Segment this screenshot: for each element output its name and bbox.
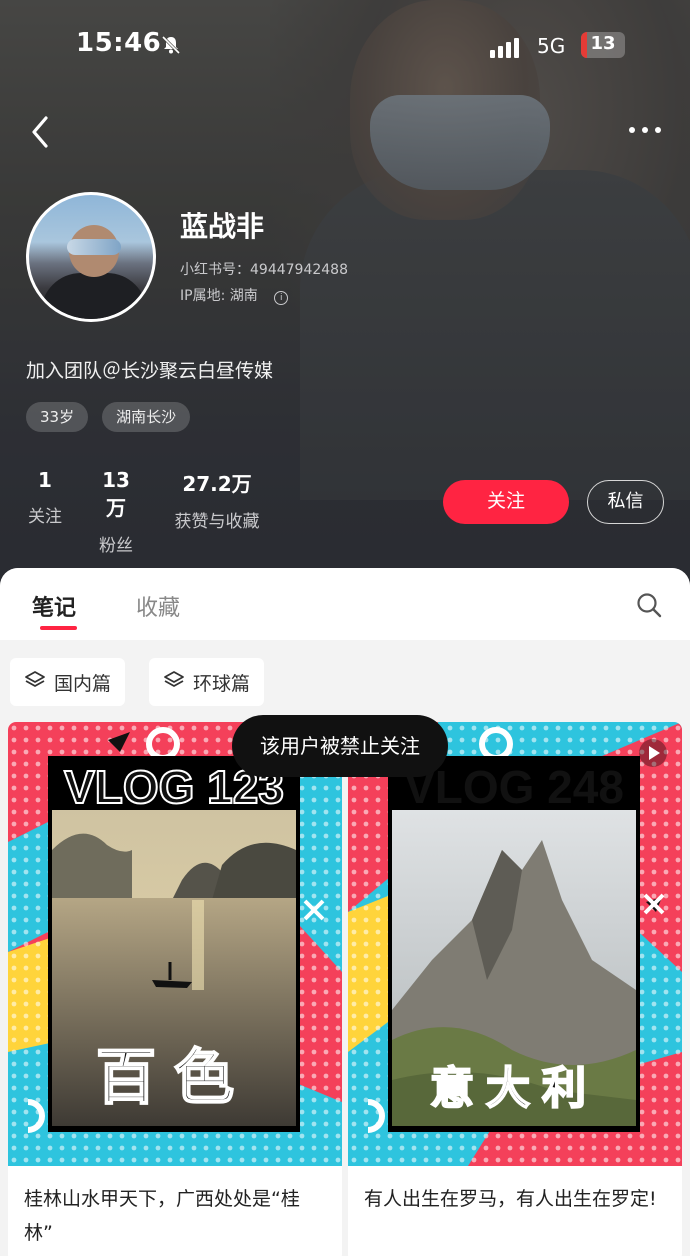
stat-likes-count: 27.2万 (182, 472, 252, 496)
follow-button[interactable]: 关注 (443, 480, 569, 524)
note-card[interactable]: VLOG 123 百色 桂林山水甲天下，广西处处是“桂林” (8, 722, 342, 1256)
tag-location: 湖南长沙 (102, 402, 191, 432)
album-domestic-label: 国内篇 (54, 672, 112, 695)
note-title[interactable]: 有人出生在罗马，有人出生在罗定! (364, 1182, 666, 1216)
toast-message: 该用户被禁止关注 (232, 715, 448, 777)
message-button[interactable]: 私信 (587, 480, 664, 524)
stat-fans-label: 粉丝 (99, 536, 133, 556)
album-row: 国内篇 环球篇 (0, 640, 690, 720)
note-title[interactable]: 桂林山水甲天下，广西处处是“桂林” (24, 1182, 326, 1250)
stat-fans-count: 13万 (102, 468, 130, 520)
avatar[interactable] (26, 192, 156, 322)
profile-bio: 加入团队＠长沙聚云白昼传媒 (26, 360, 274, 382)
profile-header: 15:46 5G 13 蓝战非 小红书号：49447942488 IP属地: 湖… (0, 0, 690, 600)
close-x-icon (302, 898, 326, 922)
cover-place: 百色 (95, 1042, 252, 1114)
ip-location-text: IP属地: 湖南 (180, 288, 258, 304)
layers-icon (24, 669, 46, 696)
more-dots-icon[interactable] (626, 118, 666, 142)
profile-ip-location: IP属地: 湖南 i (180, 285, 289, 305)
tab-notes[interactable]: 笔记 (32, 590, 76, 622)
profile-tags: 33岁 湖南长沙 (26, 402, 191, 432)
status-bar: 15:46 5G 13 (0, 24, 690, 70)
back-arrow-icon[interactable] (28, 112, 58, 152)
album-global-label: 环球篇 (193, 672, 251, 695)
stat-likes-label: 获赞与收藏 (174, 512, 260, 532)
battery-level: 13 (590, 33, 616, 54)
album-domestic[interactable]: 国内篇 (10, 658, 126, 706)
tab-collections[interactable]: 收藏 (136, 590, 180, 622)
cover-frame: VLOG 248 意大利 (388, 756, 640, 1132)
avatar-sunglasses (67, 239, 121, 255)
profile-id: 小红书号：49447942488 (180, 262, 348, 278)
battery-icon: 13 (581, 32, 625, 58)
bell-mute-icon (160, 34, 182, 61)
content-panel: 笔记 收藏 国内篇 环球篇 VLOG 123 百色 桂林山水甲天下，广西处处是“… (0, 568, 690, 1256)
close-x-icon (642, 892, 666, 916)
play-icon (638, 738, 668, 768)
info-icon[interactable]: i (274, 291, 289, 305)
avatar-body (41, 273, 147, 319)
stat-following-count: 1 (38, 468, 52, 492)
network-type: 5G (537, 34, 566, 58)
stat-fans[interactable]: 13万 粉丝 (93, 468, 139, 556)
cover-place: 意大利 (429, 1062, 598, 1115)
stat-likes[interactable]: 27.2万 获赞与收藏 (168, 468, 266, 532)
stat-following[interactable]: 1 关注 (24, 468, 66, 527)
tab-active-indicator (40, 626, 77, 630)
signal-icon (490, 38, 519, 58)
tag-age: 33岁 (26, 402, 89, 432)
album-global[interactable]: 环球篇 (149, 658, 265, 706)
search-icon[interactable] (636, 592, 662, 618)
profile-name: 蓝战非 (180, 210, 265, 243)
stat-following-label: 关注 (28, 507, 62, 527)
note-card[interactable]: VLOG 248 意大利 有人出生在罗马，有人出生在罗定! (348, 722, 682, 1256)
profile-page: 15:46 5G 13 蓝战非 小红书号：49447942488 IP属地: 湖… (0, 0, 690, 1256)
note-cover: VLOG 248 意大利 (348, 722, 682, 1166)
status-time: 15:46 (76, 28, 162, 58)
tab-bar: 笔记 收藏 (0, 568, 690, 640)
cover-frame: VLOG 123 百色 (48, 756, 300, 1132)
note-cover: VLOG 123 百色 (8, 722, 342, 1166)
layers-icon (163, 669, 185, 696)
